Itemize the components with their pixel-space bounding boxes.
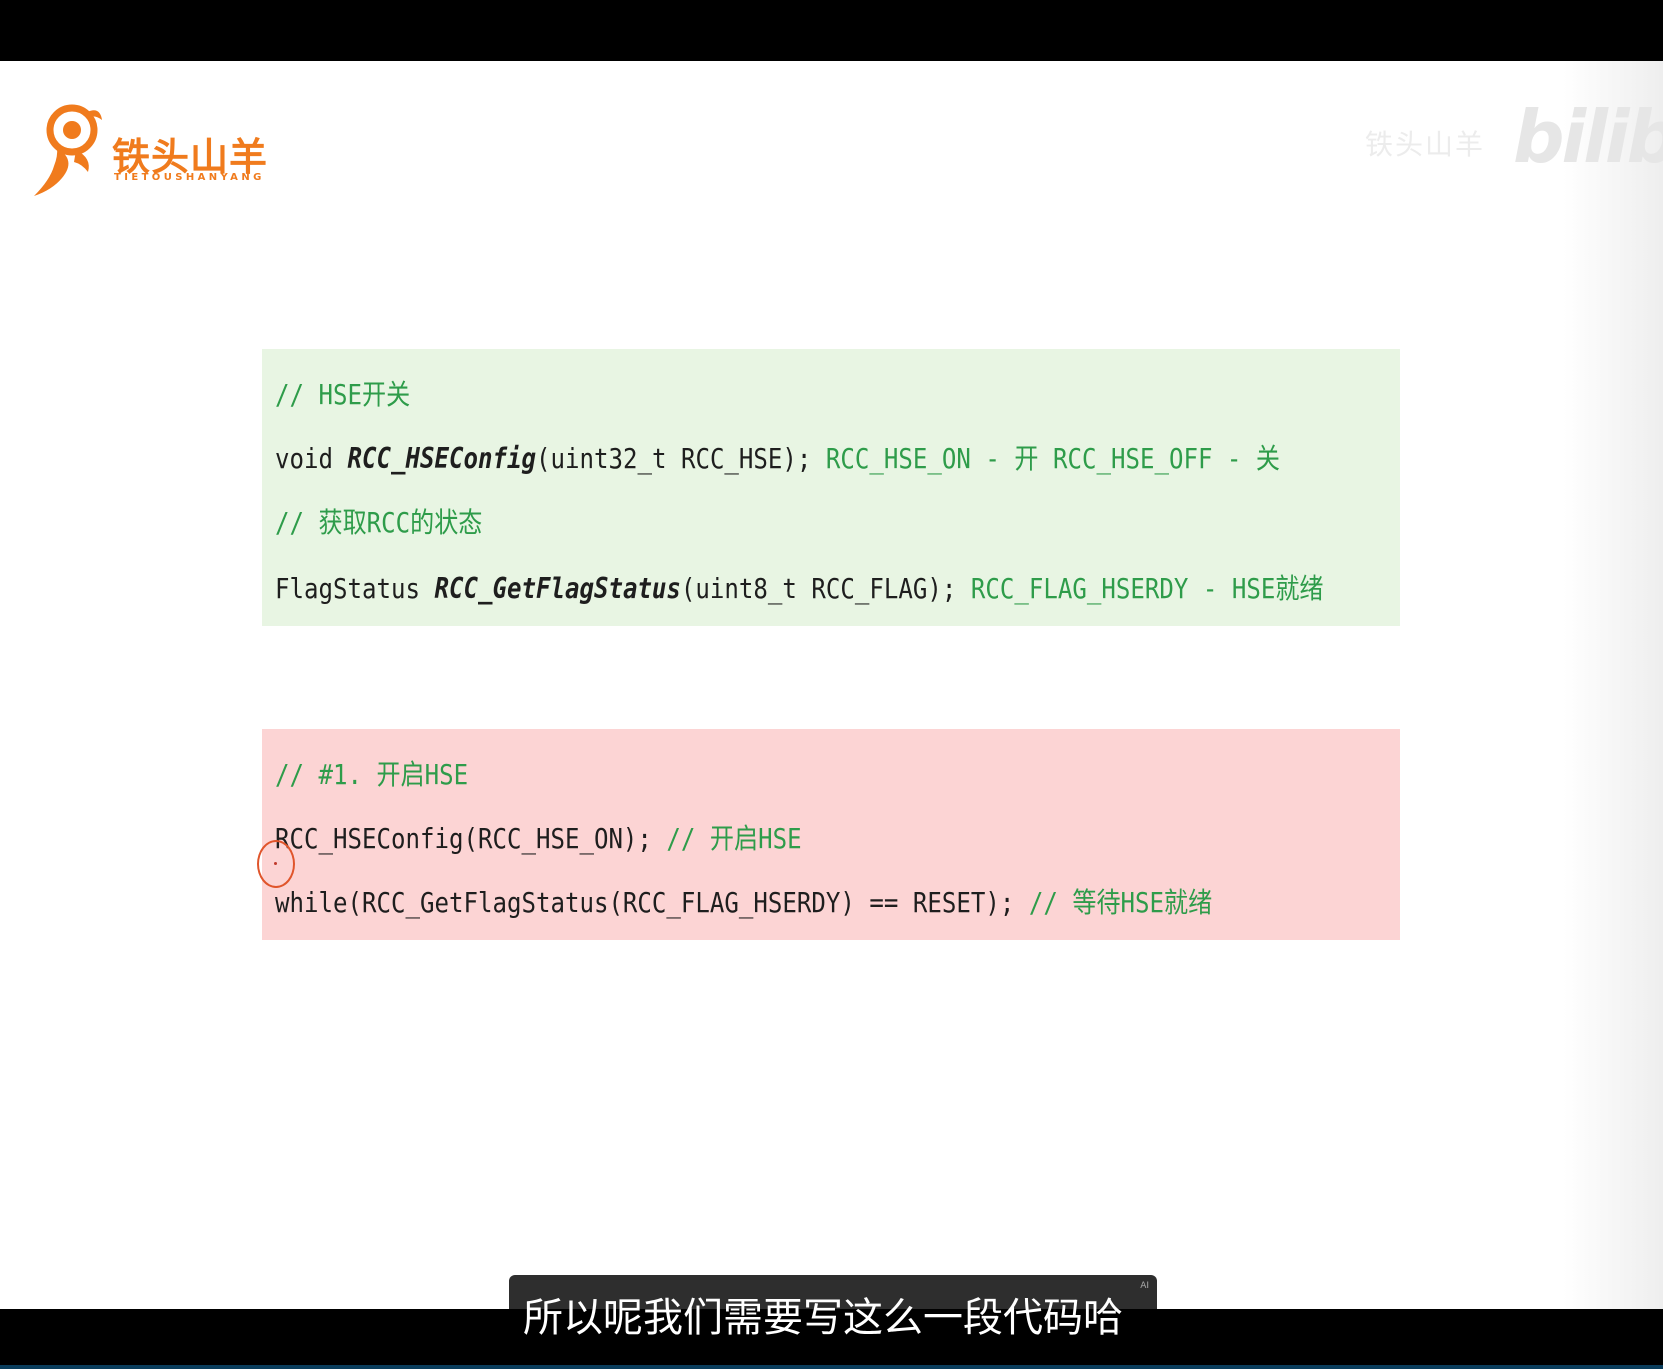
function-args: (uint8_t RCC_FLAG);: [680, 572, 957, 605]
ai-badge: AI: [1140, 1281, 1149, 1291]
brand-logo: 铁头山羊 TIETOUSHANYANG: [32, 100, 272, 200]
subtitle-text: 所以呢我们需要写这么一段代码哈: [523, 1295, 1123, 1341]
code-line-1: // #1. 开启HSE: [275, 753, 468, 793]
code-line-3: while(RCC_GetFlagStatus(RCC_FLAG_HSERDY)…: [275, 881, 1212, 921]
code-line-2: void RCC_HSEConfig(uint32_t RCC_HSE); RC…: [275, 437, 1280, 477]
function-args: (uint32_t RCC_HSE);: [535, 442, 812, 475]
code-comment: // #1. 开启HSE: [275, 758, 469, 791]
logo-subtitle: TIETOUSHANYANG: [114, 172, 265, 183]
return-type: FlagStatus: [275, 572, 435, 605]
code-statement: RCC_HSEConfig(RCC_HSE_ON);: [275, 822, 667, 855]
param-note: RCC_HSE_ON - 开 RCC_HSE_OFF - 关: [811, 442, 1281, 475]
param-note: RCC_FLAG_HSERDY - HSE就绪: [956, 572, 1324, 605]
function-name: RCC_HSEConfig: [347, 442, 536, 475]
video-progress-bar[interactable]: [0, 1365, 1663, 1369]
watermark-user: 铁头山羊: [1365, 128, 1486, 161]
slide-canvas: [0, 61, 1663, 1309]
function-name: RCC_GetFlagStatus: [434, 572, 681, 605]
code-line-4: FlagStatus RCC_GetFlagStatus(uint8_t RCC…: [275, 567, 1324, 607]
cursor-dot: [274, 862, 277, 865]
return-type: void: [275, 442, 348, 475]
subtitle-caption: 所以呢我们需要写这么一段代码哈 AI: [509, 1275, 1157, 1341]
example-code-box: // #1. 开启HSE RCC_HSEConfig(RCC_HSE_ON); …: [262, 729, 1400, 940]
code-statement: while(RCC_GetFlagStatus(RCC_FLAG_HSERDY)…: [275, 886, 1029, 919]
api-reference-box: // HSE开关 void RCC_HSEConfig(uint32_t RCC…: [262, 349, 1400, 626]
code-comment: // 获取RCC的状态: [275, 506, 483, 539]
goat-logo-icon: [34, 104, 102, 196]
code-comment: // 开启HSE: [666, 822, 802, 855]
code-comment: // HSE开关: [275, 378, 411, 411]
code-line-3: // 获取RCC的状态: [275, 501, 482, 541]
code-line-1: // HSE开关: [275, 373, 410, 413]
bilibili-watermark: 铁头山羊 bilibili: [1365, 95, 1663, 185]
code-line-2: RCC_HSEConfig(RCC_HSE_ON); // 开启HSE: [275, 817, 802, 857]
watermark-brand: bilibili: [1513, 95, 1663, 179]
code-comment: // 等待HSE就绪: [1028, 886, 1213, 919]
video-top-letterbox: [0, 0, 1663, 61]
